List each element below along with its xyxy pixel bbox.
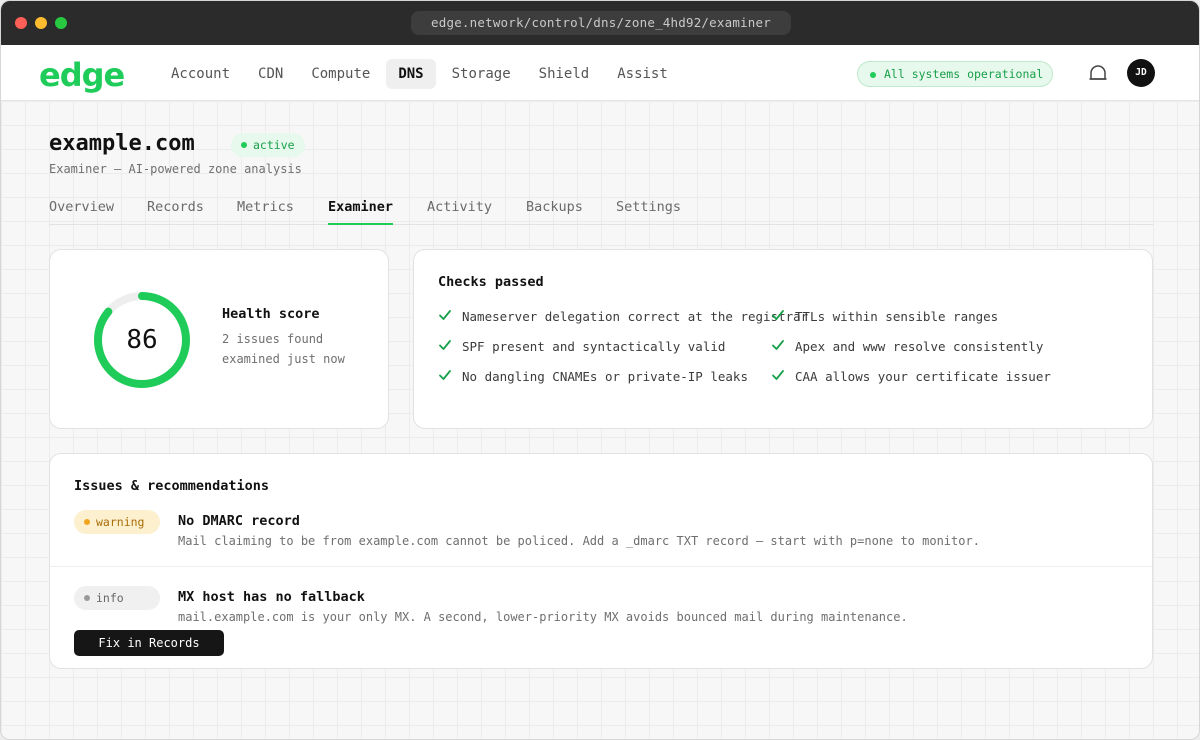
check-label: Nameserver delegation correct at the reg… <box>462 309 809 324</box>
check-label: SPF present and syntactically valid <box>462 339 726 354</box>
nav-item-assist[interactable]: Assist <box>605 59 680 89</box>
address-bar[interactable]: edge.network/control/dns/zone_4hd92/exam… <box>411 11 791 35</box>
nav-menu: Account CDN Compute DNS Storage Shield A… <box>159 59 680 89</box>
issues-card: Issues & recommendations warning No DMAR… <box>49 453 1153 669</box>
issues-title: Issues & recommendations <box>74 478 270 494</box>
checks-passed-card: Checks passed Nameserver delegation corr… <box>413 249 1153 429</box>
issue-title: MX host has no fallback <box>178 589 365 605</box>
active-dot-icon <box>241 142 247 148</box>
severity-badge-warning: warning <box>74 510 160 534</box>
user-avatar[interactable]: JD <box>1127 59 1155 87</box>
zone-tabs: Overview Records Metrics Examiner Activi… <box>49 199 1153 225</box>
title-bar: edge.network/control/dns/zone_4hd92/exam… <box>1 1 1199 45</box>
check-icon <box>772 310 784 320</box>
nav-item-cdn[interactable]: CDN <box>246 59 295 89</box>
check-icon <box>772 340 784 350</box>
main-content: example.com active Examiner — AI-powered… <box>1 101 1199 739</box>
severity-badge-info: info <box>74 586 160 610</box>
zone-subtitle: Examiner — AI-powered zone analysis <box>49 162 302 176</box>
check-label: No dangling CNAMEs or private-IP leaks <box>462 369 748 384</box>
svg-text:edge: edge <box>39 59 125 93</box>
nav-item-account[interactable]: Account <box>159 59 242 89</box>
check-icon <box>439 340 451 350</box>
fix-in-records-button[interactable]: Fix in Records <box>74 630 224 656</box>
examined-time: examined just now <box>222 352 345 366</box>
zone-status-text: active <box>253 138 295 152</box>
browser-window: edge.network/control/dns/zone_4hd92/exam… <box>0 0 1200 740</box>
tab-backups[interactable]: Backups <box>526 199 583 223</box>
severity-label: warning <box>96 515 145 529</box>
check-label: CAA allows your certificate issuer <box>795 369 1051 384</box>
close-window-button[interactable] <box>15 17 27 29</box>
check-icon <box>439 310 451 320</box>
tab-activity[interactable]: Activity <box>427 199 492 223</box>
system-status-badge[interactable]: All systems operational <box>857 61 1053 87</box>
tab-overview[interactable]: Overview <box>49 199 114 223</box>
check-label: Apex and www resolve consistently <box>795 339 1044 354</box>
issue-description: mail.example.com is your only MX. A seco… <box>178 610 908 624</box>
issues-count: 2 issues found <box>222 332 324 346</box>
status-dot-icon <box>870 72 876 78</box>
system-status-text: All systems operational <box>884 67 1044 81</box>
checks-title: Checks passed <box>438 274 544 290</box>
tab-settings[interactable]: Settings <box>616 199 681 223</box>
severity-label: info <box>96 591 124 605</box>
tab-examiner[interactable]: Examiner <box>328 199 394 225</box>
health-score-card: 86 Health score 2 issues found examined … <box>49 249 389 429</box>
nav-item-dns[interactable]: DNS <box>386 59 436 89</box>
nav-item-compute[interactable]: Compute <box>299 59 382 89</box>
nav-item-storage[interactable]: Storage <box>440 59 523 89</box>
edge-logo[interactable]: edge <box>39 59 131 93</box>
minimize-window-button[interactable] <box>35 17 47 29</box>
issue-description: Mail claiming to be from example.com can… <box>178 534 980 548</box>
issue-title: No DMARC record <box>178 513 300 529</box>
tab-metrics[interactable]: Metrics <box>237 199 294 223</box>
top-nav: edge Account CDN Compute DNS Storage Shi… <box>1 45 1199 101</box>
maximize-window-button[interactable] <box>55 17 67 29</box>
bell-icon[interactable] <box>1087 63 1109 85</box>
check-label: TTLs within sensible ranges <box>795 309 999 324</box>
tab-records[interactable]: Records <box>147 199 204 223</box>
health-score-title: Health score <box>222 306 320 322</box>
check-icon <box>439 370 451 380</box>
nav-item-shield[interactable]: Shield <box>527 59 602 89</box>
check-icon <box>772 370 784 380</box>
issue-divider <box>50 566 1152 567</box>
severity-dot-icon <box>84 519 90 525</box>
severity-dot-icon <box>84 595 90 601</box>
zone-status-badge: active <box>231 133 305 157</box>
health-score-value: 86 <box>126 325 158 355</box>
zone-title: example.com <box>49 131 195 156</box>
